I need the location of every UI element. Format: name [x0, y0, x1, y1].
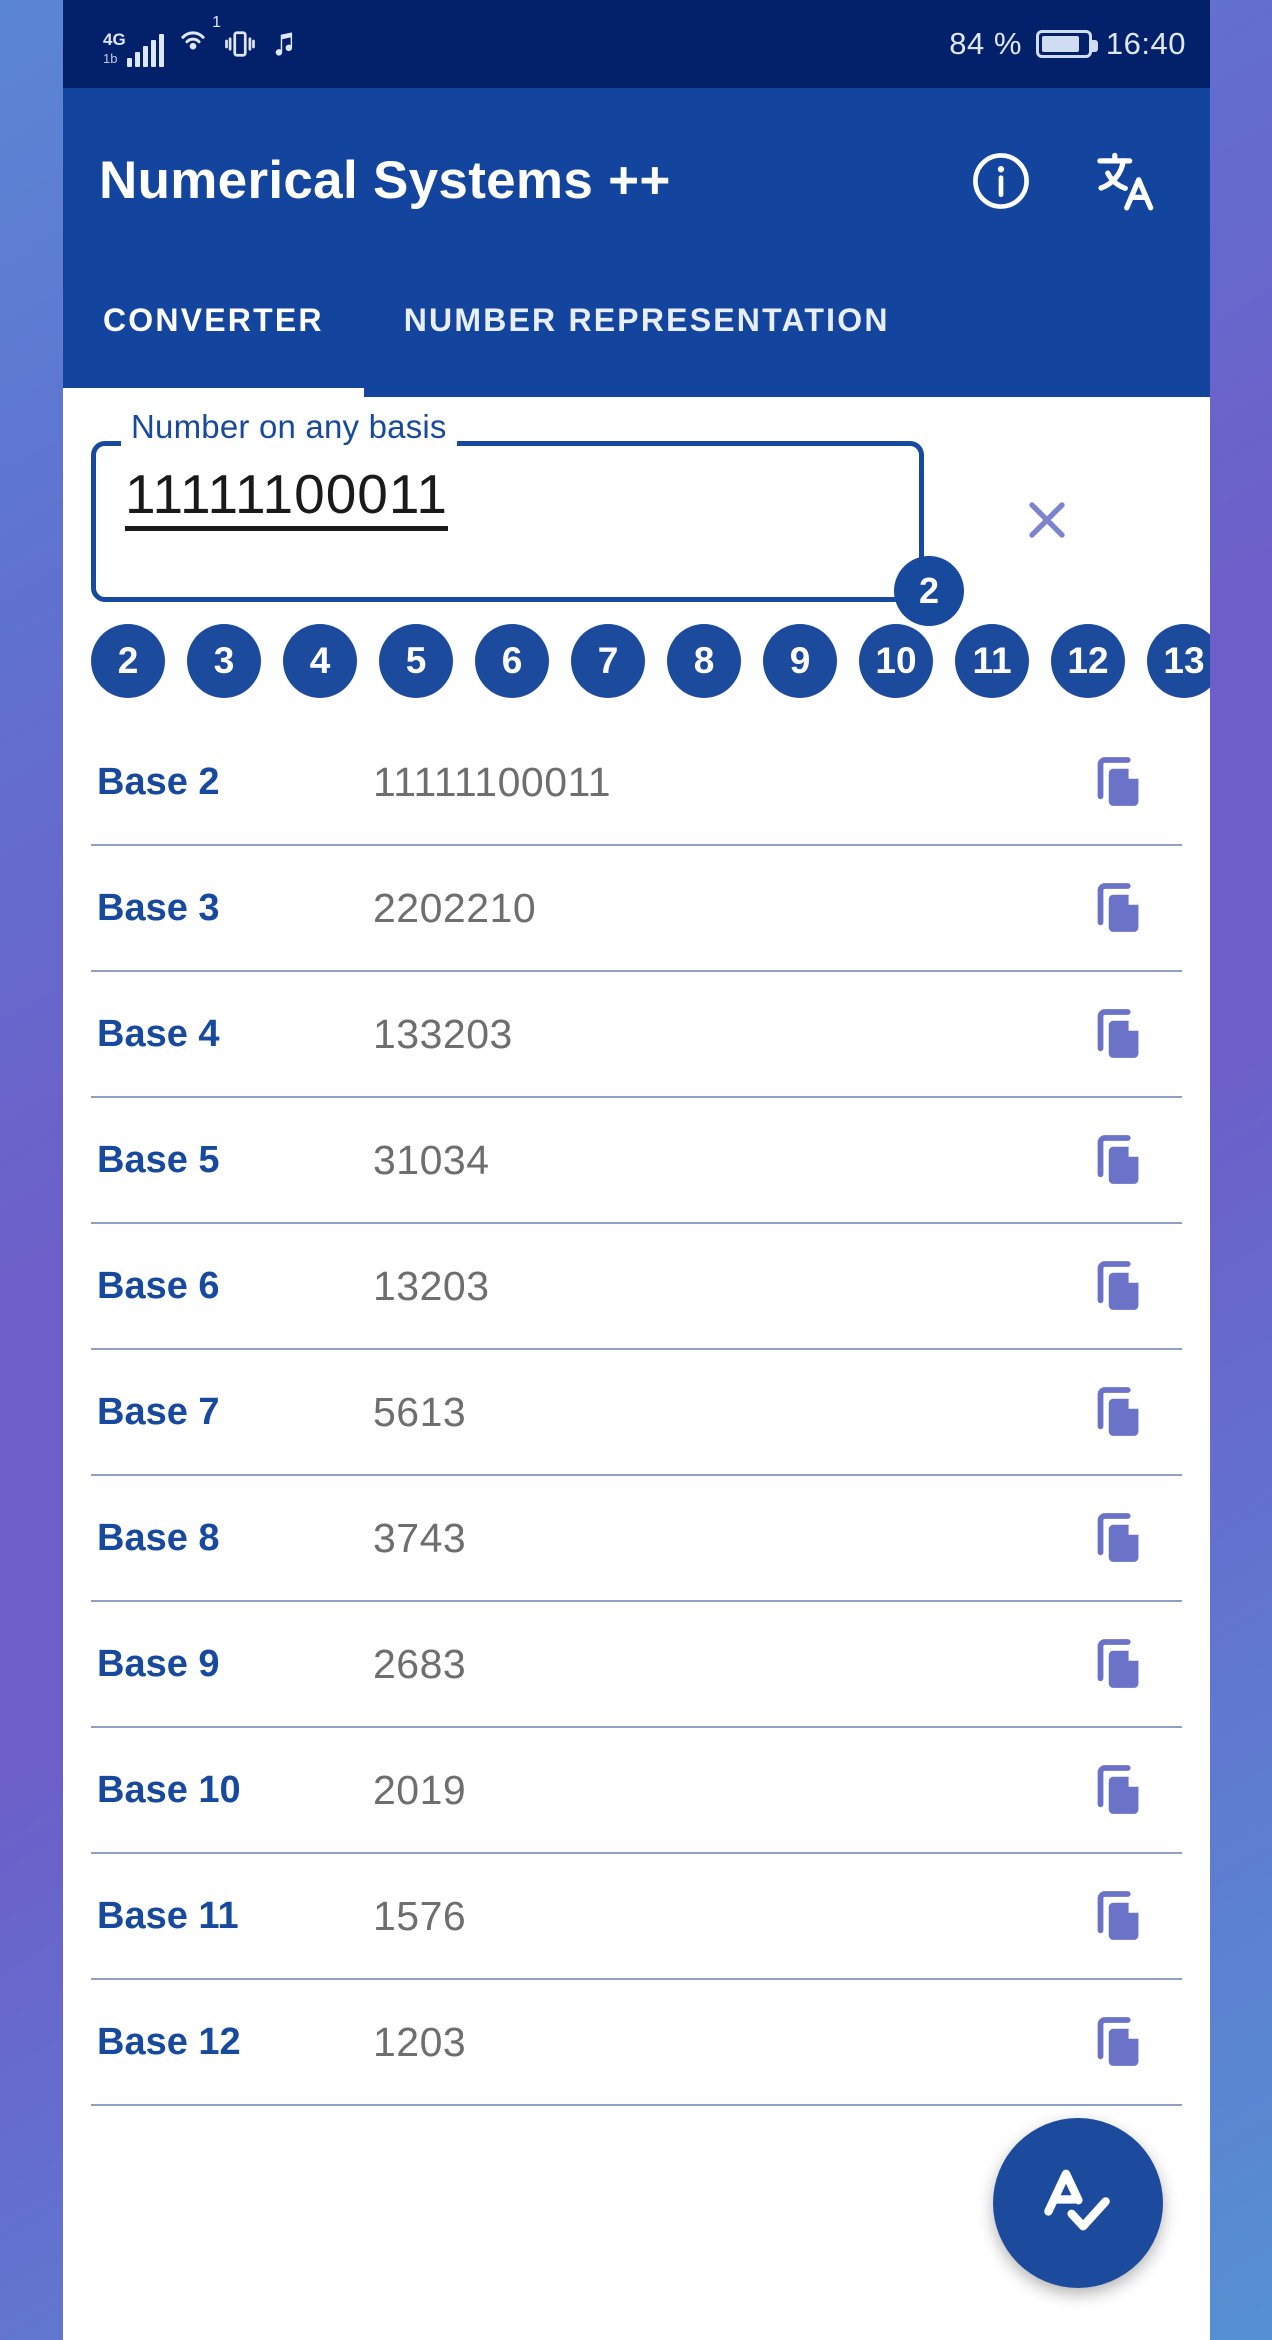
table-row[interactable]: Base 6 13203 — [91, 1224, 1182, 1350]
tab-converter[interactable]: CONVERTER — [63, 273, 364, 397]
hotspot-count-badge: 1 — [212, 14, 221, 31]
base-label: Base 3 — [97, 886, 220, 929]
base-value: 1203 — [373, 2018, 467, 2065]
base-label: Base 9 — [97, 1642, 220, 1685]
table-row[interactable]: Base 9 2683 — [91, 1602, 1182, 1728]
copy-icon[interactable] — [1084, 1505, 1150, 1571]
clear-input-button[interactable] — [1016, 489, 1078, 551]
copy-icon[interactable] — [1084, 1631, 1150, 1697]
spellcheck-fab[interactable] — [993, 2118, 1163, 2288]
status-bar-left-icons: 4G 1b 1 — [103, 14, 302, 67]
signal-icon: 4G 1b — [103, 30, 164, 67]
table-row[interactable]: Base 8 3743 — [91, 1476, 1182, 1602]
base-label: Base 6 — [97, 1264, 220, 1307]
spellcheck-icon — [1030, 2153, 1126, 2254]
number-input-container: Number on any basis 11111100011 2 — [91, 408, 1182, 626]
base-label: Base 11 — [97, 1894, 239, 1937]
battery-percent-label: 84 % — [949, 26, 1022, 61]
app-bar: Numerical Systems ++ — [63, 88, 1210, 273]
tab-bar: CONVERTER NUMBER REPRESENTATION — [63, 273, 1210, 397]
base-value: 2019 — [373, 1766, 467, 1813]
copy-icon[interactable] — [1084, 1001, 1150, 1067]
table-row[interactable]: Base 12 1203 — [91, 1980, 1182, 2106]
copy-icon[interactable] — [1084, 2009, 1150, 2075]
copy-icon[interactable] — [1084, 1379, 1150, 1445]
table-row[interactable]: Base 5 31034 — [91, 1098, 1182, 1224]
battery-icon — [1035, 30, 1098, 58]
table-row[interactable]: Base 7 5613 — [91, 1350, 1182, 1476]
base-chip[interactable]: 9 — [763, 624, 837, 698]
app-title: Numerical Systems ++ — [99, 151, 671, 210]
network-type-label: 4G — [103, 30, 126, 49]
number-input[interactable]: 11111100011 — [125, 467, 448, 531]
base-value: 13203 — [373, 1262, 490, 1309]
base-value: 133203 — [373, 1010, 513, 1057]
copy-icon[interactable] — [1084, 1253, 1150, 1319]
base-chip[interactable]: 12 — [1051, 624, 1125, 698]
copy-icon[interactable] — [1084, 1127, 1150, 1193]
clock-label: 16:40 — [1105, 26, 1186, 61]
music-note-icon — [268, 28, 302, 67]
base-label: Base 12 — [97, 2020, 241, 2063]
table-row[interactable]: Base 10 2019 — [91, 1728, 1182, 1854]
hotspot-icon: 1 — [174, 14, 221, 67]
tab-number-representation[interactable]: NUMBER REPRESENTATION — [364, 273, 930, 397]
base-chip[interactable]: 4 — [283, 624, 357, 698]
base-label: Base 2 — [97, 760, 220, 803]
copy-icon[interactable] — [1084, 875, 1150, 941]
signal-bars — [127, 34, 164, 67]
phone-screen: 4G 1b 1 84 % 16:40 Numerical Systems ++ … — [63, 0, 1210, 2340]
base-label: Base 5 — [97, 1138, 220, 1181]
base-value: 31034 — [373, 1136, 490, 1183]
conversion-results-list: Base 2 11111100011 Base 3 2202210 Base 4… — [63, 720, 1210, 2106]
translate-icon[interactable] — [1090, 146, 1160, 216]
status-bar-right-icons: 84 % 16:40 — [949, 26, 1186, 62]
network-type-secondary-label: 1b — [103, 51, 118, 66]
table-row[interactable]: Base 2 11111100011 — [91, 720, 1182, 846]
copy-icon[interactable] — [1084, 1757, 1150, 1823]
converter-panel: Number on any basis 11111100011 2 2 3 4 … — [63, 397, 1210, 2340]
base-value: 2202210 — [373, 884, 537, 931]
vibrate-icon — [222, 26, 258, 67]
base-chip[interactable]: 6 — [475, 624, 549, 698]
base-label: Base 7 — [97, 1390, 220, 1433]
base-value: 3743 — [373, 1514, 467, 1561]
base-value: 5613 — [373, 1388, 467, 1435]
base-chip[interactable]: 13 — [1147, 624, 1210, 698]
base-chip[interactable]: 11 — [955, 624, 1029, 698]
app-bar-actions — [968, 146, 1174, 216]
table-row[interactable]: Base 4 133203 — [91, 972, 1182, 1098]
base-label: Base 10 — [97, 1768, 241, 1811]
table-row[interactable]: Base 3 2202210 — [91, 846, 1182, 972]
copy-icon[interactable] — [1084, 1883, 1150, 1949]
info-icon[interactable] — [968, 148, 1034, 214]
number-input-label: Number on any basis — [121, 408, 457, 446]
table-row[interactable]: Base 11 1576 — [91, 1854, 1182, 1980]
base-chip[interactable]: 2 — [91, 624, 165, 698]
base-value: 11111100011 — [373, 758, 612, 805]
base-chip[interactable]: 7 — [571, 624, 645, 698]
base-chip[interactable]: 10 — [859, 624, 933, 698]
base-chip[interactable]: 8 — [667, 624, 741, 698]
selected-base-badge: 2 — [894, 556, 964, 626]
copy-icon[interactable] — [1084, 749, 1150, 815]
base-value: 2683 — [373, 1640, 467, 1687]
base-chip[interactable]: 5 — [379, 624, 453, 698]
base-label: Base 8 — [97, 1516, 220, 1559]
base-selector-chips[interactable]: 2 3 4 5 6 7 8 9 10 11 12 13 — [63, 602, 1210, 720]
base-value: 1576 — [373, 1892, 467, 1939]
base-label: Base 4 — [97, 1012, 220, 1055]
base-chip[interactable]: 3 — [187, 624, 261, 698]
status-bar: 4G 1b 1 84 % 16:40 — [63, 0, 1210, 88]
